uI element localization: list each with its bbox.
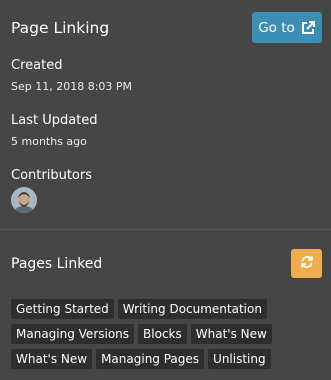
contributors-label: Contributors (11, 168, 92, 183)
go-to-button[interactable]: Go to (252, 12, 322, 43)
last-updated-label: Last Updated (11, 113, 98, 128)
pages-linked-title: Pages Linked (11, 256, 103, 272)
refresh-icon (300, 254, 314, 273)
panel-title: Page Linking (11, 19, 110, 37)
page-tag[interactable]: What's New (190, 324, 272, 344)
page-tag[interactable]: Getting Started (11, 299, 114, 319)
created-label: Created (11, 58, 63, 73)
created-value: Sep 11, 2018 8:03 PM (11, 80, 133, 93)
contributor-avatar[interactable] (11, 187, 37, 213)
section-divider (0, 229, 331, 230)
go-to-label: Go to (258, 19, 295, 36)
page-tag[interactable]: Unlisting (208, 349, 271, 369)
page-tag[interactable]: What's New (11, 349, 93, 369)
page-tag[interactable]: Managing Versions (11, 324, 135, 344)
page-tag[interactable]: Managing Pages (96, 349, 205, 369)
external-link-icon (300, 20, 316, 36)
page-tag[interactable]: Blocks (138, 324, 187, 344)
refresh-button[interactable] (291, 249, 322, 278)
page-tag[interactable]: Writing Documentation (117, 299, 267, 319)
last-updated-value: 5 months ago (11, 135, 87, 148)
linked-pages-tags: Getting Started Writing Documentation Ma… (11, 299, 326, 374)
